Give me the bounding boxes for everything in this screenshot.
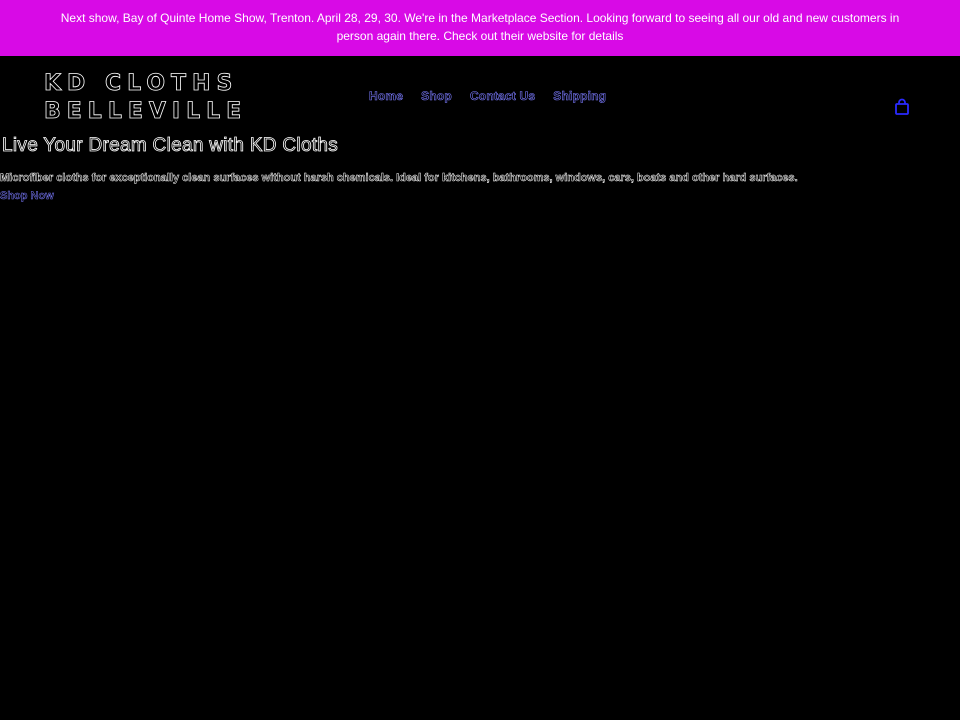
- shop-now-link[interactable]: Shop Now: [0, 189, 54, 203]
- main-nav: Home Shop Contact Us Shipping: [369, 88, 607, 104]
- hero-description: Microfiber cloths for exceptionally clea…: [0, 172, 798, 185]
- cart-button[interactable]: [894, 98, 910, 116]
- nav-shipping[interactable]: Shipping: [553, 88, 606, 104]
- nav-home[interactable]: Home: [369, 88, 404, 104]
- bag-icon: [895, 98, 909, 115]
- nav-contact-us[interactable]: Contact Us: [470, 88, 536, 104]
- nav-shop[interactable]: Shop: [421, 88, 452, 104]
- hero-title: Live Your Dream Clean with KD Cloths: [2, 135, 339, 157]
- announcement-text: Next show, Bay of Quinte Home Show, Tren…: [60, 11, 900, 43]
- logo-line-1: KD CLOTHS: [44, 71, 239, 97]
- logo-line-2: BELLEVILLE: [44, 99, 248, 125]
- announcement-bar: Next show, Bay of Quinte Home Show, Tren…: [0, 0, 960, 56]
- site-logo[interactable]: KD CLOTHS BELLEVILLE: [44, 70, 248, 126]
